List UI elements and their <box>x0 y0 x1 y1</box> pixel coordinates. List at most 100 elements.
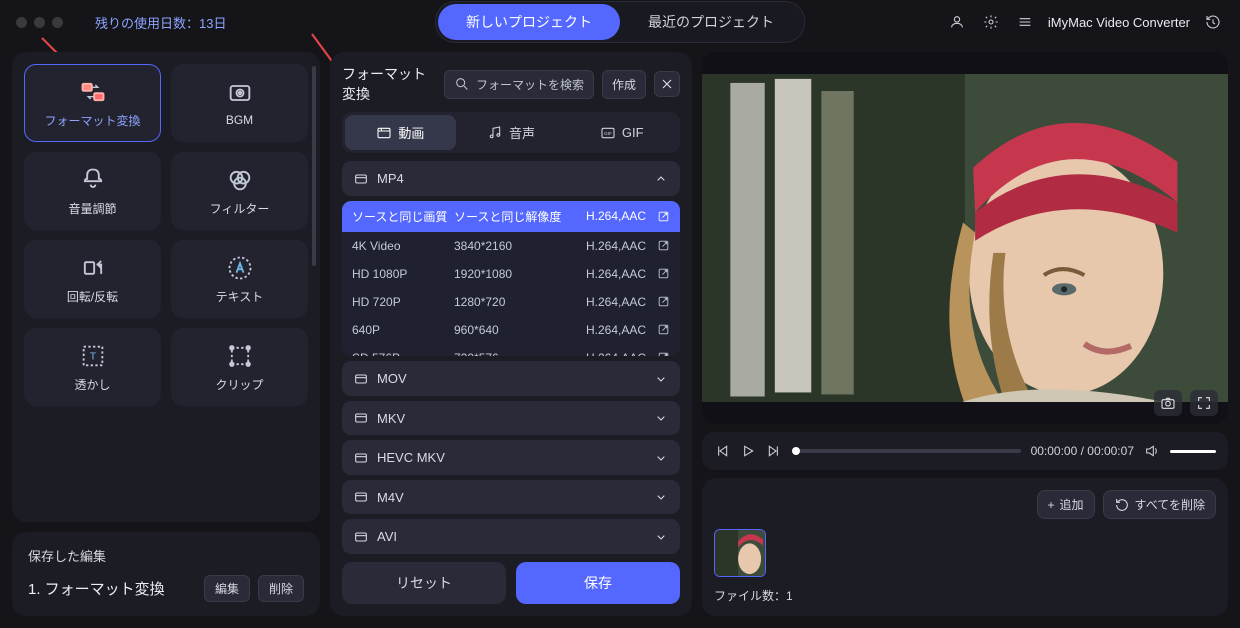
format-row[interactable]: ソースと同じ画質ソースと同じ解像度H.264,AAC <box>342 201 680 232</box>
tool-label: クリップ <box>215 376 263 393</box>
app-name: iMyMac Video Converter <box>1048 15 1190 30</box>
volume-icon[interactable] <box>1144 443 1160 459</box>
export-icon[interactable] <box>650 351 670 356</box>
tool-rotate[interactable]: 回転/反転 <box>24 240 161 318</box>
add-clip-button[interactable]: +追加 <box>1037 490 1095 519</box>
quality-label: 640P <box>352 323 450 337</box>
top-bar: 残りの使用日数：13日 新しいプロジェクト 最近のプロジェクト iMyMac V… <box>0 0 1240 44</box>
tools-scrollbar[interactable] <box>312 66 316 266</box>
trial-remaining: 残りの使用日数：13日 <box>95 13 226 32</box>
codec-label: H.264,AAC <box>568 209 646 223</box>
plus-icon: + <box>1048 498 1055 512</box>
saved-edit-edit-button[interactable]: 編集 <box>204 575 250 602</box>
format-close-button[interactable] <box>654 71 680 97</box>
tool-convert[interactable]: フォーマット変換 <box>24 64 161 142</box>
format-search[interactable]: フォーマットを検索 <box>444 70 594 99</box>
tool-label: フィルター <box>210 200 270 217</box>
tool-filter[interactable]: フィルター <box>171 152 308 230</box>
format-search-placeholder: フォーマットを検索 <box>476 76 584 93</box>
chevron-icon <box>653 410 669 427</box>
tool-label: フォーマット変換 <box>44 112 140 129</box>
quality-label: 4K Video <box>352 239 450 253</box>
format-group-avi[interactable]: AVI <box>342 519 680 554</box>
play-button[interactable] <box>740 443 756 459</box>
chevron-icon <box>653 449 669 466</box>
format-row[interactable]: HD 720P1280*720H.264,AAC <box>342 288 680 316</box>
chevron-icon <box>653 528 669 545</box>
format-group-m4v[interactable]: M4V <box>342 480 680 515</box>
tool-volume[interactable]: 音量調節 <box>24 152 161 230</box>
saved-edit-item[interactable]: 1. フォーマット変換 <box>28 578 196 599</box>
format-row[interactable]: SD 576P720*576H.264,AAC <box>342 344 680 357</box>
gif-icon: GIF <box>600 125 616 141</box>
fullscreen-button[interactable] <box>1190 390 1218 416</box>
transport-bar: 00:00:00 / 00:00:07 <box>702 432 1228 470</box>
export-icon[interactable] <box>650 239 670 252</box>
codec-label: H.264,AAC <box>568 239 646 253</box>
resolution-label: 960*640 <box>454 323 564 337</box>
video-frame[interactable] <box>702 74 1228 401</box>
tab-new-project[interactable]: 新しいプロジェクト <box>438 4 620 40</box>
video-icon <box>376 125 392 141</box>
tab-recent-projects[interactable]: 最近のプロジェクト <box>620 4 802 40</box>
format-row[interactable]: 640P960*640H.264,AAC <box>342 316 680 344</box>
tools-panel: フォーマット変換 BGM 音量調節 フィルター回転/反転テキスト T透かしクリップ <box>12 52 320 522</box>
format-group-hevc-mkv[interactable]: HEVC MKV <box>342 440 680 475</box>
snapshot-button[interactable] <box>1154 390 1182 416</box>
tool-bgm[interactable]: BGM <box>171 64 308 142</box>
text-icon <box>223 254 257 282</box>
tool-text[interactable]: テキスト <box>171 240 308 318</box>
codec-icon <box>353 170 369 187</box>
chevron-icon <box>653 170 669 187</box>
format-group-mkv[interactable]: MKV <box>342 401 680 436</box>
format-group-body: ソースと同じ画質ソースと同じ解像度H.264,AAC4K Video3840*2… <box>342 201 680 357</box>
clip-thumbnail[interactable] <box>714 529 766 577</box>
format-group-mp4[interactable]: MP4 <box>342 161 680 196</box>
media-tab-gif[interactable]: GIFGIF <box>566 115 677 150</box>
delete-all-button[interactable]: すべてを削除 <box>1103 490 1216 519</box>
media-tab-video[interactable]: 動画 <box>345 115 456 150</box>
svg-text:GIF: GIF <box>604 131 612 136</box>
menu-icon[interactable] <box>1014 11 1036 33</box>
format-row[interactable]: HD 1080P1920*1080H.264,AAC <box>342 260 680 288</box>
tool-label: テキスト <box>216 288 264 305</box>
search-icon <box>454 76 470 92</box>
filter-icon <box>223 166 257 194</box>
settings-icon[interactable] <box>980 11 1002 33</box>
export-icon[interactable] <box>650 295 670 308</box>
export-icon[interactable] <box>650 323 670 336</box>
resolution-label: 720*576 <box>454 351 564 357</box>
reset-button[interactable]: リセット <box>342 562 506 604</box>
tool-label: 音量調節 <box>68 200 116 217</box>
account-icon[interactable] <box>946 11 968 33</box>
window-maximize[interactable] <box>52 17 63 28</box>
codec-label: H.264,AAC <box>568 351 646 357</box>
media-tab-audio[interactable]: 音声 <box>456 115 567 150</box>
volume-slider[interactable] <box>1170 450 1216 453</box>
quality-label: HD 1080P <box>352 267 450 281</box>
crop-icon <box>223 342 257 370</box>
tool-crop[interactable]: クリップ <box>171 328 308 406</box>
history-icon[interactable] <box>1202 11 1224 33</box>
codec-icon <box>353 449 369 466</box>
time-display: 00:00:00 / 00:00:07 <box>1031 444 1134 458</box>
window-minimize[interactable] <box>34 17 45 28</box>
format-row[interactable]: 4K Video3840*2160H.264,AAC <box>342 232 680 260</box>
progress-bar[interactable] <box>792 449 1021 453</box>
tool-watermark[interactable]: T透かし <box>24 328 161 406</box>
clips-panel: +追加 すべてを削除 ファイル数：1 <box>702 478 1228 616</box>
next-button[interactable] <box>766 443 782 459</box>
codec-label: H.264,AAC <box>568 267 646 281</box>
window-close[interactable] <box>16 17 27 28</box>
saved-edits-title: 保存した編集 <box>28 546 304 565</box>
resolution-label: ソースと同じ解像度 <box>454 208 564 225</box>
prev-button[interactable] <box>714 443 730 459</box>
format-group-mov[interactable]: MOV <box>342 361 680 396</box>
format-create-button[interactable]: 作成 <box>602 70 646 99</box>
save-button[interactable]: 保存 <box>516 562 680 604</box>
export-icon[interactable] <box>650 267 670 280</box>
saved-edit-delete-button[interactable]: 削除 <box>258 575 304 602</box>
export-icon[interactable] <box>650 210 670 223</box>
saved-edits-panel: 保存した編集 1. フォーマット変換 編集 削除 <box>12 532 320 616</box>
refresh-icon <box>1114 497 1130 513</box>
